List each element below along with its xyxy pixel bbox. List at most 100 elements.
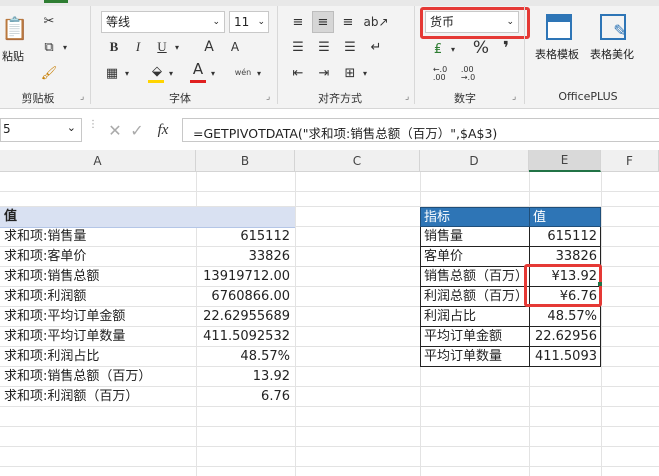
merge-dropdown-icon[interactable]: ▾ — [360, 64, 370, 82]
format-painter-icon[interactable]: 🖌 — [40, 64, 58, 82]
accounting-format-icon[interactable]: ₤ — [428, 40, 448, 58]
grow-font-button[interactable]: A — [200, 38, 218, 56]
column-header-a[interactable]: A — [0, 150, 196, 172]
drag-handle-icon[interactable]: ⋮ — [88, 120, 98, 138]
enter-icon[interactable]: ✓ — [128, 120, 146, 140]
ribbon: 📋 粘贴 ✂ ⧉ ▾ 🖌 剪贴板 ⌟ 等线 ⌄ 11 ⌄ B I U ▾ A A… — [0, 0, 659, 109]
summary-row-label[interactable]: 销售总额（百万） — [420, 267, 530, 287]
merge-center-icon[interactable]: ⊞ — [340, 64, 360, 82]
summary-row-value[interactable]: 615112 — [529, 227, 601, 247]
underline-dropdown-icon[interactable]: ▾ — [172, 38, 182, 56]
pivot-row-value[interactable]: 13919712.00 — [196, 267, 295, 287]
underline-button[interactable]: U — [154, 38, 170, 56]
fill-color-icon[interactable]: ⬙ — [148, 62, 166, 80]
clipboard-launcher-icon[interactable]: ⌟ — [80, 92, 84, 102]
formula-bar: 5 ⌄ ⋮ ✕ ✓ fx =GETPIVOTDATA("求和项:销售总额（百万）… — [0, 114, 659, 146]
text-direction-icon[interactable]: ab↗ — [363, 12, 388, 32]
summary-row-value[interactable]: 411.5093 — [529, 347, 601, 367]
pivot-row-label[interactable]: 求和项:平均订单数量 — [0, 327, 196, 347]
increase-decimal-icon[interactable]: ←.0.00 — [428, 64, 452, 84]
pivot-row-label[interactable]: 求和项:客单价 — [0, 247, 196, 267]
copy-icon[interactable]: ⧉ — [40, 38, 58, 56]
column-header-b[interactable]: B — [196, 150, 295, 172]
summary-row-label[interactable]: 平均订单数量 — [420, 347, 530, 367]
column-header-e[interactable]: E — [529, 150, 601, 172]
align-bottom-icon[interactable]: ≡ — [338, 12, 358, 32]
pivot-row-label[interactable]: 求和项:利润占比 — [0, 347, 196, 367]
fill-handle[interactable] — [598, 282, 602, 286]
table-template-button[interactable]: 表格模板 — [535, 46, 579, 62]
pivot-row-label[interactable]: 求和项:销售总额（百万） — [0, 367, 196, 387]
accounting-dropdown-icon[interactable]: ▾ — [448, 40, 458, 58]
align-left-icon[interactable]: ☰ — [288, 38, 308, 56]
pivot-row-value[interactable]: 615112 — [196, 227, 295, 247]
percent-style-button[interactable]: % — [472, 38, 490, 58]
font-launcher-icon[interactable]: ⌟ — [266, 92, 270, 102]
pivot-row-value[interactable]: 22.62955689 — [196, 307, 295, 327]
borders-dropdown-icon[interactable]: ▾ — [122, 64, 132, 82]
paste-button[interactable]: 粘贴 — [2, 48, 24, 64]
number-launcher-icon[interactable]: ⌟ — [512, 92, 516, 102]
font-name-select[interactable]: 等线 ⌄ — [101, 11, 225, 33]
pivot-header-row[interactable]: 值 — [0, 207, 295, 228]
summary-row-label[interactable]: 利润总额（百万） — [420, 287, 530, 307]
decrease-decimal-icon[interactable]: .00 →.0 — [456, 64, 480, 84]
pivot-row-label[interactable]: 求和项:销售总额 — [0, 267, 196, 287]
summary-row-label[interactable]: 利润占比 — [420, 307, 530, 327]
wrap-text-icon[interactable]: ↵ — [366, 38, 386, 56]
phonetic-guide-button[interactable]: wén — [232, 62, 254, 82]
pivot-row-value[interactable]: 411.5092532 — [196, 327, 295, 347]
summary-row-value[interactable]: 48.57% — [529, 307, 601, 327]
copy-dropdown-icon[interactable]: ▾ — [60, 38, 70, 56]
borders-icon[interactable]: ▦ — [104, 64, 120, 82]
table-row — [0, 187, 659, 207]
font-color-dropdown-icon[interactable]: ▾ — [208, 64, 218, 82]
summary-header-value[interactable]: 值 — [529, 207, 601, 227]
summary-row-label[interactable]: 销售量 — [420, 227, 530, 247]
pivot-row-label[interactable]: 求和项:利润额（百万） — [0, 387, 196, 407]
formula-input[interactable]: =GETPIVOTDATA("求和项:销售总额（百万）",$A$3) — [182, 118, 659, 142]
table-beautify-button[interactable]: 表格美化 — [590, 46, 634, 62]
pivot-row-label[interactable]: 求和项:销售量 — [0, 227, 196, 247]
font-group-label: 字体 — [169, 92, 191, 105]
separator — [277, 6, 278, 104]
summary-header-label[interactable]: 指标 — [420, 207, 530, 227]
column-header-f[interactable]: F — [601, 150, 659, 172]
alignment-launcher-icon[interactable]: ⌟ — [405, 92, 409, 102]
pivot-row-value[interactable]: 33826 — [196, 247, 295, 267]
pivot-row-value[interactable]: 48.57% — [196, 347, 295, 367]
increase-indent-icon[interactable]: ⇥ — [314, 64, 334, 82]
cut-icon[interactable]: ✂ — [40, 12, 58, 30]
comma-style-button[interactable]: ❜ — [498, 38, 514, 59]
pivot-row-value[interactable]: 6.76 — [196, 387, 295, 407]
align-right-icon[interactable]: ☰ — [340, 38, 360, 56]
shrink-font-button[interactable]: A — [226, 38, 244, 56]
bold-button[interactable]: B — [106, 38, 122, 56]
phonetic-dropdown-icon[interactable]: ▾ — [254, 64, 264, 82]
font-size-select[interactable]: 11 ⌄ — [229, 11, 269, 33]
summary-row-label[interactable]: 平均订单金额 — [420, 327, 530, 347]
pivot-row-label[interactable]: 求和项:平均订单金额 — [0, 307, 196, 327]
italic-button[interactable]: I — [130, 38, 146, 56]
pivot-row-label[interactable]: 求和项:利润额 — [0, 287, 196, 307]
column-header-d[interactable]: D — [420, 150, 529, 172]
table-row — [0, 427, 659, 447]
align-middle-icon[interactable]: ≡ — [312, 11, 334, 33]
pivot-row-value[interactable]: 6760866.00 — [196, 287, 295, 307]
formula-text: =GETPIVOTDATA("求和项:销售总额（百万）",$A$3) — [193, 126, 498, 141]
align-center-icon[interactable]: ☰ — [314, 38, 334, 56]
column-header-c[interactable]: C — [295, 150, 420, 172]
table-template-icon[interactable] — [546, 14, 572, 40]
pivot-row-value[interactable]: 13.92 — [196, 367, 295, 387]
summary-row-value[interactable]: 22.62956 — [529, 327, 601, 347]
summary-row-label[interactable]: 客单价 — [420, 247, 530, 267]
decrease-indent-icon[interactable]: ⇤ — [288, 64, 308, 82]
fill-dropdown-icon[interactable]: ▾ — [166, 64, 176, 82]
cancel-icon[interactable]: ✕ — [106, 120, 124, 140]
separator — [524, 6, 525, 104]
paste-icon[interactable]: 📋 — [0, 12, 30, 46]
insert-function-button[interactable]: fx — [152, 120, 174, 140]
align-top-icon[interactable]: ≡ — [288, 12, 308, 32]
name-box[interactable]: 5 ⌄ — [0, 118, 82, 142]
font-color-button[interactable]: A — [190, 60, 206, 78]
